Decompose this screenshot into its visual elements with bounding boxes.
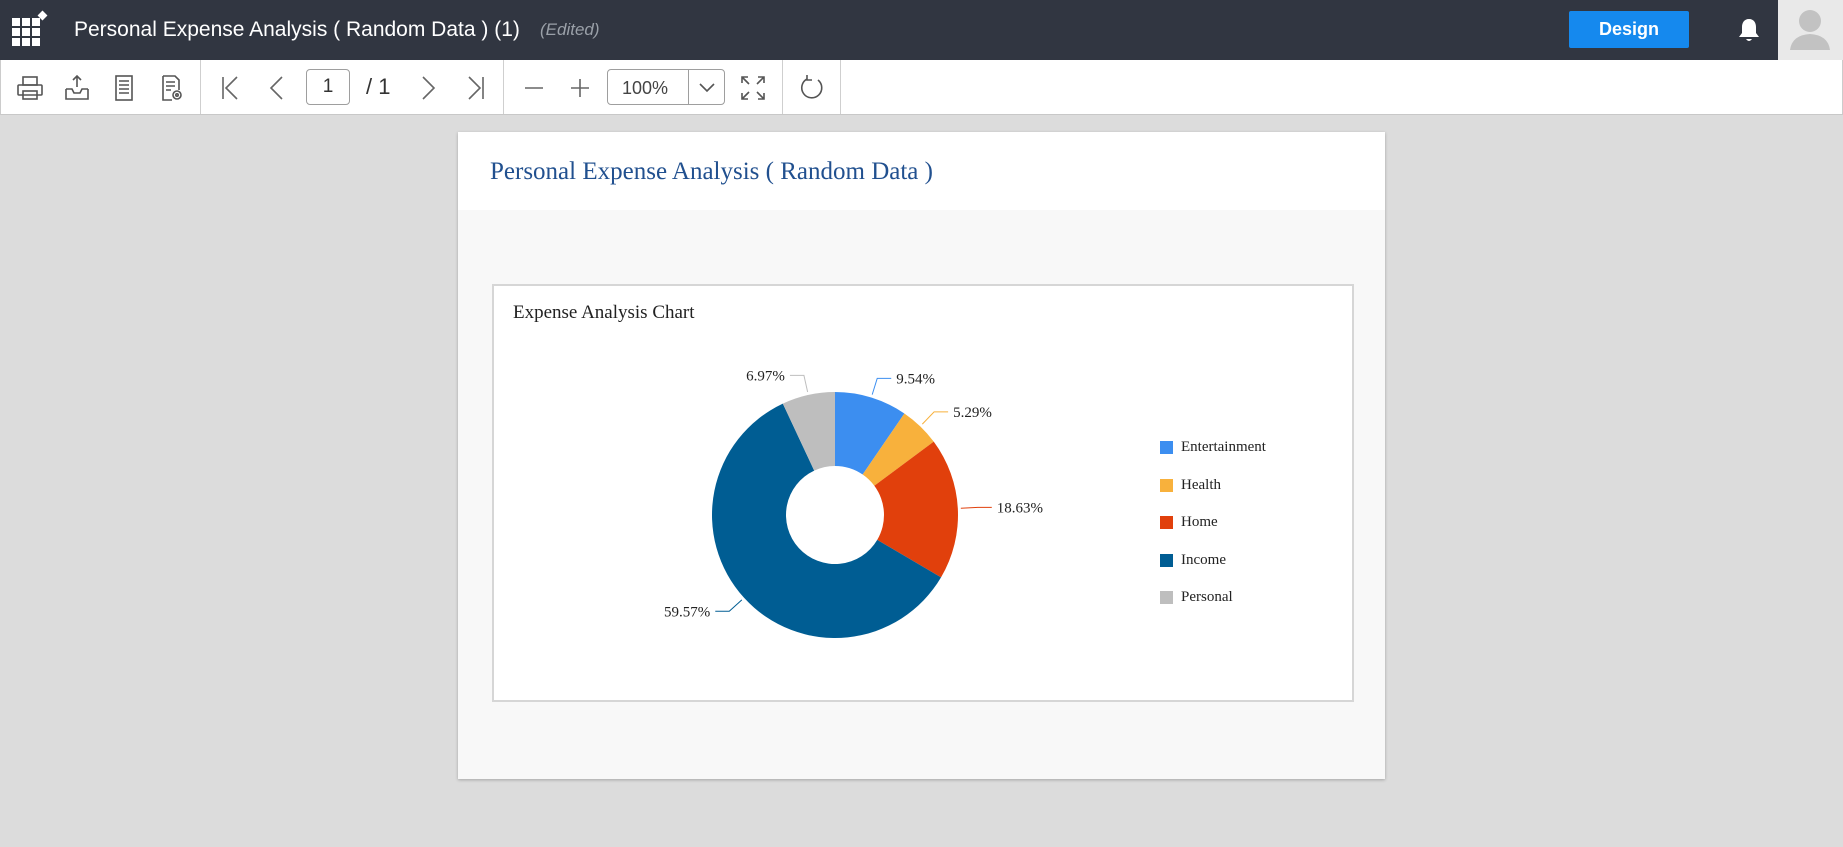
legend-swatch: [1160, 478, 1173, 492]
legend-label: Home: [1181, 514, 1218, 530]
report-page: Personal Expense Analysis ( Random Data …: [458, 132, 1385, 779]
legend-swatch: [1160, 441, 1173, 454]
last-page-icon[interactable]: [461, 73, 491, 103]
zoom-out-icon[interactable]: [519, 73, 549, 103]
chevron-down-icon: [699, 83, 715, 93]
data-label: 6.97%: [746, 368, 785, 384]
data-label-connector: [960, 506, 992, 509]
legend-label: Personal: [1181, 589, 1233, 605]
legend-swatch: [1160, 516, 1173, 529]
next-page-icon[interactable]: [413, 73, 443, 103]
legend-swatch: [1160, 553, 1173, 567]
edited-status: (Edited): [540, 20, 600, 39]
user-icon: [1790, 10, 1830, 50]
data-label: 59.57%: [664, 604, 710, 620]
viewer-toolbar: / 1 100%: [0, 60, 1843, 115]
design-button[interactable]: Design: [1569, 11, 1689, 48]
donut-chart: 9.54% 5.29% 18.63% 59.57% 6.97%: [664, 368, 1043, 638]
data-label-connector: [871, 377, 892, 395]
fit-page-icon[interactable]: [738, 73, 768, 103]
page-number-input[interactable]: [306, 69, 350, 105]
report-header: Personal Expense Analysis ( Random Data …: [458, 132, 1385, 210]
chart-container: Expense Analysis Chart 9.54% 5.29% 18.63% 5…: [492, 284, 1354, 702]
refresh-icon[interactable]: [797, 73, 827, 103]
user-avatar[interactable]: [1778, 0, 1843, 60]
page-setup-icon[interactable]: [109, 73, 139, 103]
legend-label: Health: [1181, 476, 1221, 493]
print-icon[interactable]: [15, 73, 45, 103]
export-icon[interactable]: [62, 73, 92, 103]
zoom-dropdown[interactable]: 100%: [607, 69, 725, 105]
legend-label: Entertainment: [1181, 439, 1266, 455]
zoom-in-icon[interactable]: [565, 73, 595, 103]
parameters-icon[interactable]: [156, 73, 186, 103]
document-title: Personal Expense Analysis ( Random Data …: [74, 18, 520, 41]
apps-grid-icon[interactable]: [12, 10, 50, 50]
zoom-value: 100%: [622, 78, 669, 98]
bell-icon[interactable]: [1736, 16, 1762, 44]
data-label: 5.29%: [953, 405, 992, 421]
app-header: Personal Expense Analysis ( Random Data …: [0, 0, 1843, 60]
page-total: / 1: [366, 74, 391, 99]
data-label: 18.63%: [997, 500, 1043, 516]
data-label-connector: [789, 374, 809, 393]
first-page-icon[interactable]: [215, 73, 245, 103]
data-label: 9.54%: [896, 371, 935, 387]
legend-label: Income: [1181, 551, 1226, 568]
data-label-connector: [921, 411, 949, 425]
legend-swatch: [1160, 591, 1173, 604]
data-label-connector: [715, 599, 743, 612]
previous-page-icon[interactable]: [262, 73, 292, 103]
report-title: Personal Expense Analysis ( Random Data …: [490, 158, 933, 185]
